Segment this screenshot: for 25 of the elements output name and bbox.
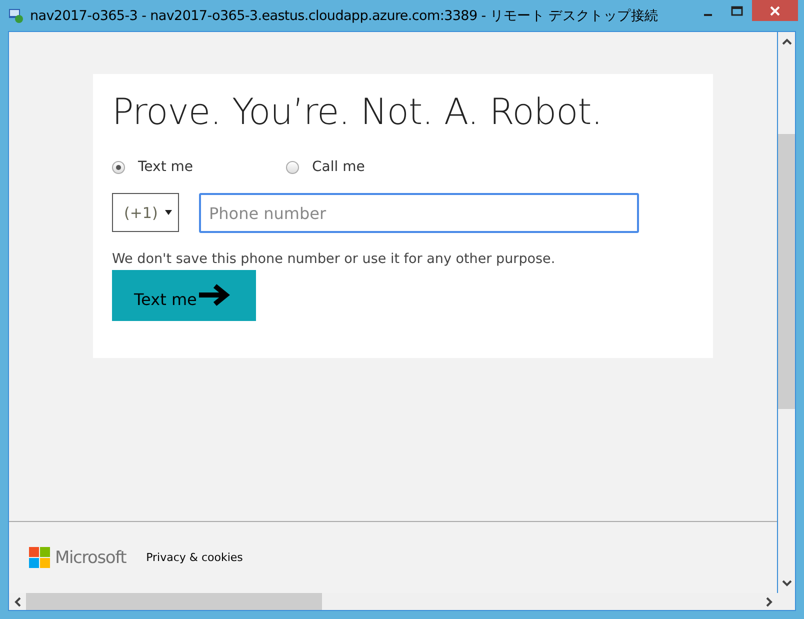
minimize-icon — [704, 14, 712, 16]
phone-number-field[interactable]: Phone number — [199, 193, 639, 233]
text-me-button[interactable]: Text me — [112, 270, 256, 321]
vertical-scrollbar[interactable] — [777, 32, 795, 593]
radio-label[interactable]: Call me — [312, 159, 365, 175]
privacy-note: We don't save this phone number or use it for any other purpose. — [112, 251, 556, 267]
microsoft-logo-icon — [29, 546, 51, 568]
radio-label[interactable]: Text me — [138, 159, 194, 175]
page-heading: Prove. You’re. Not. A. Robot. — [112, 92, 604, 133]
maximize-icon — [730, 6, 742, 16]
radio-button[interactable] — [112, 160, 125, 174]
brand-name: Microsoft — [55, 548, 126, 568]
country-code-dropdown[interactable]: (+1) — [112, 193, 179, 232]
close-icon — [769, 4, 781, 16]
window-title: nav2017-o365-3 - nav2017-o365-3.eastus.cloudapp.azure.com:3389 - リモート デスクトップ接続 — [30, 6, 658, 24]
caret-icon — [165, 210, 172, 215]
close-button[interactable] — [752, 0, 798, 21]
radio-button[interactable] — [286, 160, 299, 174]
scroll-left-icon[interactable] — [14, 596, 22, 606]
scroll-right-icon[interactable] — [765, 596, 773, 606]
scroll-down-icon[interactable] — [782, 579, 792, 587]
arrow-right-icon — [196, 282, 231, 306]
scroll-up-icon[interactable] — [782, 38, 792, 46]
privacy-link[interactable]: Privacy & cookies — [146, 551, 243, 564]
remote-desktop-icon — [8, 8, 24, 24]
